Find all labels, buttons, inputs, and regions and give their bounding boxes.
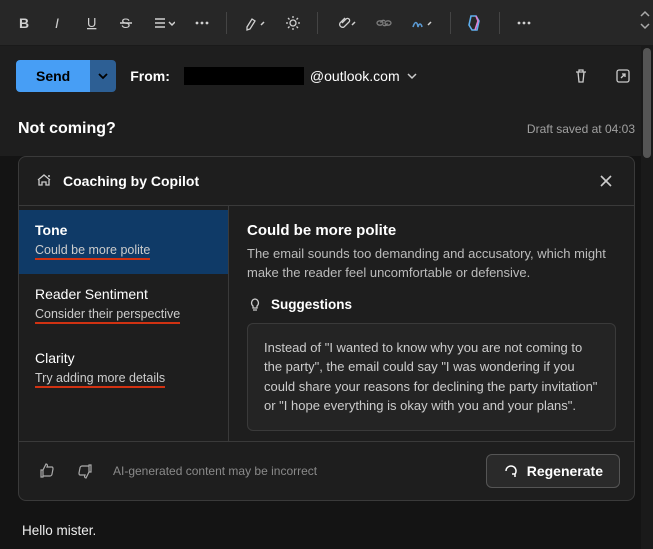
suggestion-text: Instead of "I wanted to know why you are…	[247, 323, 616, 431]
signature-button[interactable]	[402, 7, 442, 39]
svg-text:U: U	[87, 15, 96, 30]
tab-subtitle: Could be more polite	[35, 243, 150, 260]
chevron-down-icon	[406, 70, 418, 82]
separator	[317, 12, 318, 34]
copilot-coaching-panel: Coaching by Copilot Tone Could be more p…	[18, 156, 635, 501]
copilot-button[interactable]	[459, 7, 491, 39]
link-button[interactable]	[368, 7, 400, 39]
line-spacing-button[interactable]	[144, 7, 184, 39]
from-picker[interactable]: @outlook.com	[184, 67, 418, 85]
send-button[interactable]: Send	[16, 60, 90, 92]
brightness-button[interactable]	[277, 7, 309, 39]
panel-footer: AI-generated content may be incorrect Re…	[19, 441, 634, 500]
redacted-sender	[184, 67, 304, 85]
regenerate-button[interactable]: Regenerate	[486, 454, 620, 488]
tab-title: Clarity	[35, 350, 212, 366]
from-domain: @outlook.com	[310, 68, 400, 84]
send-split-button: Send	[16, 60, 116, 92]
coaching-icon	[35, 172, 53, 190]
scrollbar-thumb[interactable]	[643, 48, 651, 158]
tab-title: Tone	[35, 222, 212, 238]
close-button[interactable]	[594, 169, 618, 193]
email-body[interactable]: Hello mister.	[0, 501, 653, 538]
more-formatting-button[interactable]	[186, 7, 218, 39]
more-button[interactable]	[508, 7, 540, 39]
separator	[499, 12, 500, 34]
popout-button[interactable]	[609, 62, 637, 90]
draft-saved-label: Draft saved at 04:03	[527, 122, 635, 136]
regenerate-label: Regenerate	[527, 463, 603, 479]
thumbs-down-button[interactable]	[71, 457, 99, 485]
ai-disclaimer: AI-generated content may be incorrect	[113, 464, 317, 478]
thumbs-up-button[interactable]	[33, 457, 61, 485]
panel-title: Coaching by Copilot	[63, 173, 199, 189]
attach-button[interactable]	[326, 7, 366, 39]
separator	[226, 12, 227, 34]
bold-button[interactable]: B	[8, 7, 40, 39]
ribbon-expand-button[interactable]	[639, 8, 651, 32]
tabs-sidebar: Tone Could be more polite Reader Sentime…	[19, 206, 229, 441]
scrollbar[interactable]	[641, 46, 653, 549]
formatting-toolbar: B I U S	[0, 0, 653, 46]
tab-subtitle: Consider their perspective	[35, 307, 180, 324]
subject-text[interactable]: Not coming?	[18, 120, 116, 138]
italic-button[interactable]: I	[42, 7, 74, 39]
separator	[450, 12, 451, 34]
tab-clarity[interactable]: Clarity Try adding more details	[19, 338, 228, 402]
tab-subtitle: Try adding more details	[35, 371, 165, 388]
tab-reader-sentiment[interactable]: Reader Sentiment Consider their perspect…	[19, 274, 228, 338]
tab-title: Reader Sentiment	[35, 286, 212, 302]
panel-header: Coaching by Copilot	[19, 157, 634, 206]
discard-button[interactable]	[567, 62, 595, 90]
svg-text:B: B	[19, 15, 29, 31]
subject-row: Not coming? Draft saved at 04:03	[0, 106, 653, 156]
feedback-heading: Could be more polite	[247, 222, 616, 239]
tab-tone[interactable]: Tone Could be more polite	[19, 210, 228, 274]
highlight-button[interactable]	[235, 7, 275, 39]
svg-text:I: I	[55, 15, 59, 31]
body-greeting: Hello mister.	[22, 523, 96, 538]
underline-button[interactable]: U	[76, 7, 108, 39]
strikethrough-button[interactable]: S	[110, 7, 142, 39]
send-caret-button[interactable]	[90, 60, 116, 92]
feedback-description: The email sounds too demanding and accus…	[247, 245, 616, 283]
lightbulb-icon	[247, 297, 263, 313]
refresh-icon	[503, 463, 519, 479]
from-label: From:	[130, 68, 170, 84]
panel-main: Could be more polite The email sounds to…	[229, 206, 634, 441]
compose-header: Send From: @outlook.com	[0, 46, 653, 106]
suggestions-label: Suggestions	[271, 297, 352, 312]
